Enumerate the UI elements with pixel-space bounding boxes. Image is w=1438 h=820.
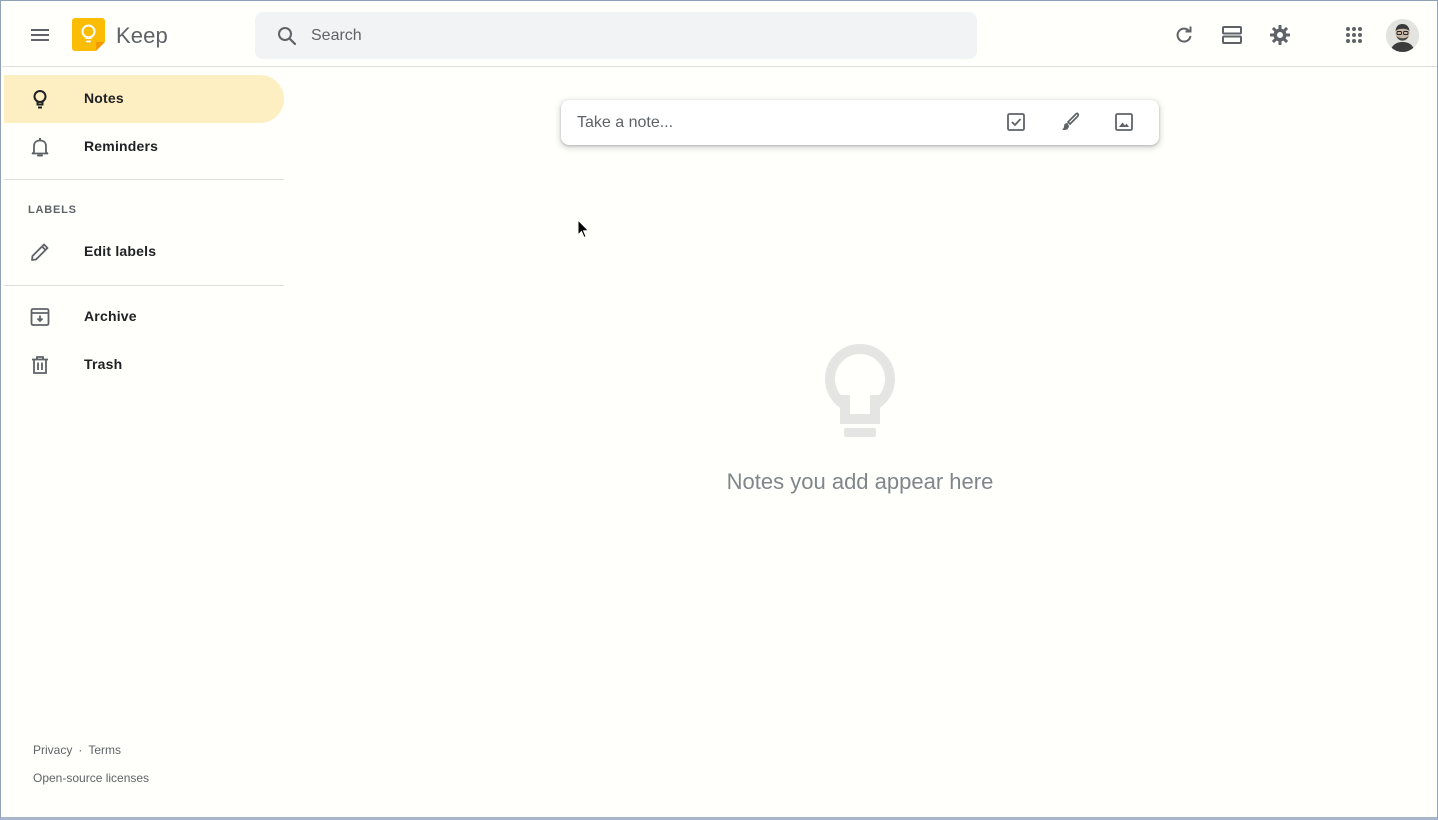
terms-link[interactable]: Terms bbox=[88, 743, 121, 757]
refresh-button[interactable] bbox=[1164, 15, 1204, 55]
new-image-note-button[interactable] bbox=[1104, 102, 1144, 142]
sidebar-item-label: Archive bbox=[84, 308, 137, 324]
google-apps-button[interactable] bbox=[1334, 15, 1374, 55]
empty-state-message: Notes you add appear here bbox=[726, 469, 994, 494]
sidebar-divider bbox=[4, 285, 284, 286]
search-input[interactable] bbox=[311, 12, 951, 59]
sidebar-item-notes[interactable]: Notes bbox=[4, 75, 284, 123]
keep-logo-icon[interactable] bbox=[72, 18, 105, 51]
pencil-icon bbox=[31, 243, 49, 261]
open-source-licenses-link[interactable]: Open-source licenses bbox=[33, 771, 149, 785]
top-bar: Keep bbox=[2, 2, 1437, 67]
list-view-icon bbox=[1222, 26, 1242, 44]
sidebar-item-label: Trash bbox=[84, 356, 123, 372]
footer-separator: · bbox=[78, 743, 83, 757]
search-button[interactable] bbox=[267, 16, 307, 56]
labels-section-title: LABELS bbox=[28, 204, 77, 216]
user-photo-icon bbox=[1386, 19, 1419, 52]
settings-icon bbox=[1270, 25, 1290, 45]
navigation-drawer: Notes Reminders LABELS Edit labels Archi… bbox=[2, 67, 285, 815]
sidebar-item-archive[interactable]: Archive bbox=[4, 293, 284, 341]
archive-icon bbox=[30, 308, 50, 326]
footer-links: Privacy · Terms bbox=[33, 743, 121, 757]
sidebar-item-edit-labels[interactable]: Edit labels bbox=[4, 228, 284, 276]
privacy-link[interactable]: Privacy bbox=[33, 743, 72, 757]
take-note-input[interactable] bbox=[577, 100, 997, 145]
menu-icon bbox=[31, 29, 49, 41]
app-window: Keep Search Notes Reminders LABELS Edit … bbox=[0, 0, 1438, 820]
sidebar-item-trash[interactable]: Trash bbox=[4, 341, 284, 389]
checkbox-icon bbox=[1007, 113, 1025, 131]
lightbulb-icon bbox=[33, 90, 47, 109]
image-icon bbox=[1115, 113, 1133, 131]
new-drawing-button[interactable] bbox=[1050, 102, 1090, 142]
brush-icon bbox=[1062, 112, 1080, 131]
refresh-icon bbox=[1176, 26, 1192, 43]
app-title[interactable]: Keep bbox=[116, 23, 168, 49]
sidebar-divider bbox=[4, 179, 284, 180]
take-note-box[interactable] bbox=[561, 100, 1159, 145]
account-avatar[interactable] bbox=[1386, 19, 1419, 52]
sidebar-item-label: Reminders bbox=[84, 138, 159, 154]
new-list-button[interactable] bbox=[996, 102, 1036, 142]
sidebar-item-label: Notes bbox=[84, 90, 124, 106]
settings-button[interactable] bbox=[1260, 15, 1300, 55]
sidebar-item-label: Edit labels bbox=[84, 243, 157, 259]
empty-state-lightbulb-icon bbox=[825, 344, 895, 437]
apps-grid-icon bbox=[1346, 27, 1362, 43]
mouse-cursor-icon bbox=[577, 219, 590, 239]
list-view-button[interactable] bbox=[1212, 15, 1252, 55]
bell-icon bbox=[31, 138, 49, 157]
main-menu-button[interactable] bbox=[20, 15, 60, 55]
sidebar-item-reminders[interactable]: Reminders bbox=[4, 123, 284, 171]
search-bar[interactable] bbox=[255, 12, 977, 59]
search-icon bbox=[278, 27, 297, 46]
trash-icon bbox=[32, 356, 48, 374]
